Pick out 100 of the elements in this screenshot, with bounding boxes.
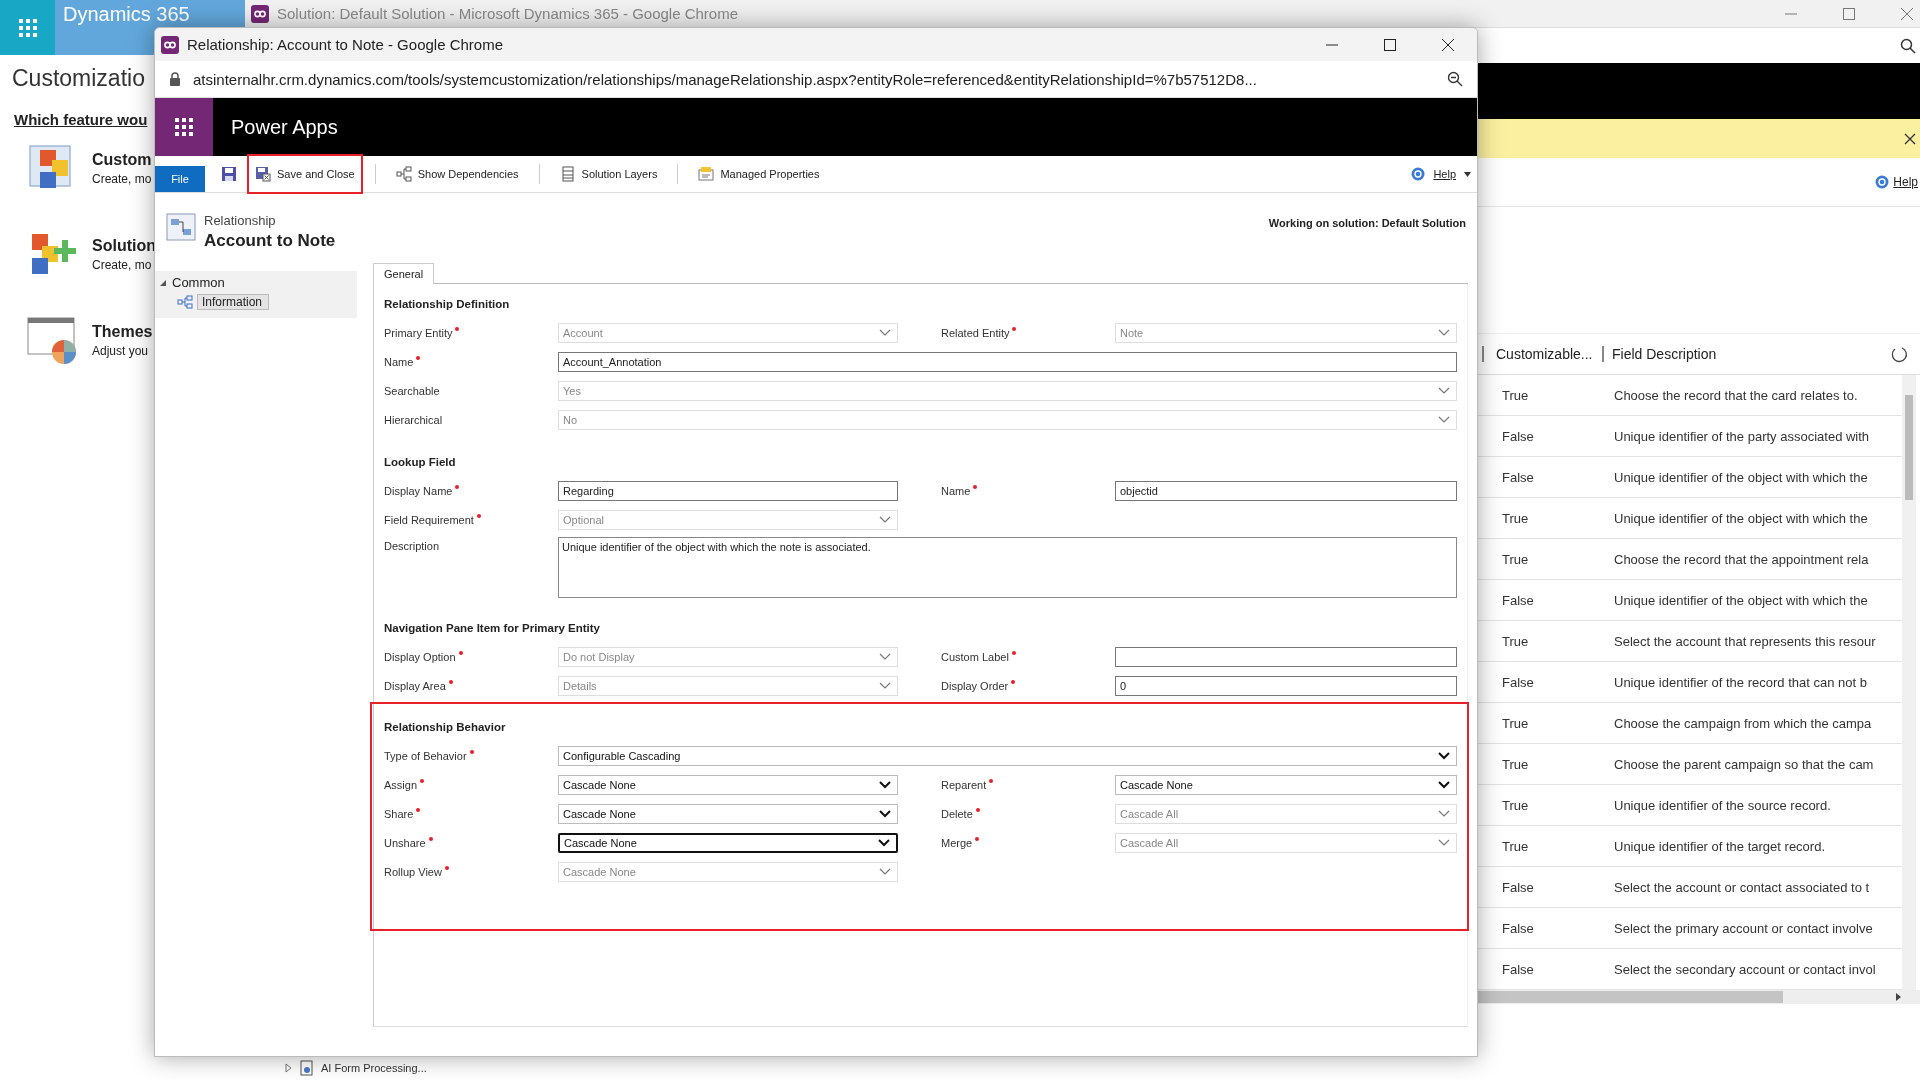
table-cell: Choose the record that the card relates to.: [1614, 387, 1858, 403]
table-cell: Select the primary account or contact involve: [1614, 920, 1873, 936]
table-cell-text: True: [1501, 633, 1530, 649]
table-cell: Unique identifier of the object with which the: [1614, 592, 1868, 608]
dropdown[interactable]: Cascade None: [558, 832, 898, 853]
field-label: Display Order: [941, 679, 1009, 692]
section-title: Lookup Field: [384, 456, 456, 468]
table-cell-text: True: [1501, 510, 1530, 526]
field-label: Primary Entity: [384, 326, 453, 339]
chevron-down-icon: [1438, 751, 1450, 760]
feature-description: Create, mo: [92, 257, 153, 272]
toolbar-button[interactable]: Managed Properties: [690, 156, 828, 192]
chevron-down-icon: [879, 681, 891, 690]
app-launcher-button[interactable]: [155, 98, 213, 156]
text-field[interactable]: objectid: [1115, 480, 1457, 501]
table-cell-text: False: [1501, 469, 1535, 485]
table-cell: Unique identifier of the object with which the: [1614, 469, 1868, 485]
maximize-icon[interactable]: [1383, 37, 1397, 52]
properties-icon: [698, 166, 715, 182]
hierarchy-icon: [395, 166, 412, 182]
dropdown[interactable]: Cascade None: [1115, 774, 1457, 795]
horizontal-scrollbar[interactable]: [1478, 990, 1920, 1004]
refresh-icon[interactable]: [1890, 345, 1908, 363]
text-area[interactable]: Unique identifier of the object with which the note is associated.: [558, 537, 1457, 598]
table-cell-text: False: [1501, 879, 1535, 895]
table-cell-text: True: [1501, 551, 1530, 567]
toolbar-button[interactable]: Show Dependencies: [387, 156, 527, 192]
field-label: Reparent: [941, 778, 987, 791]
field-label: Rollup View: [384, 865, 442, 878]
text-field[interactable]: Account_Annotation: [558, 351, 1457, 372]
table-cell: Choose the record that the appointment rela: [1614, 551, 1869, 567]
chevron-down-icon: [1438, 838, 1450, 847]
chevron-down-icon: [879, 780, 891, 789]
field-label: Display Name: [384, 484, 453, 497]
toolbar-button[interactable]: Solution Layers: [551, 156, 666, 192]
table-cell-text: True: [1501, 797, 1530, 813]
column-header[interactable]: Customizable...: [1482, 346, 1604, 362]
table-cell: Select the account or contact associated to t: [1614, 879, 1870, 895]
table-cell-text: False: [1501, 592, 1535, 608]
chevron-down-icon: [1438, 809, 1450, 818]
table-cell-text: True: [1501, 756, 1530, 772]
help-link[interactable]: Help: [1893, 175, 1918, 189]
window-title: Solution: Default Solution - Microsoft Dynamics 365 - Google Chrome: [277, 5, 739, 22]
chevron-down-icon: [879, 328, 891, 337]
zoom-icon[interactable]: [1447, 71, 1463, 87]
section-title: Relationship Definition: [384, 298, 510, 310]
table-cell: Unique identifier of the source record.: [1614, 797, 1831, 813]
help-menu[interactable]: Help: [1433, 168, 1456, 180]
table-cell-text: False: [1501, 961, 1535, 977]
save-icon[interactable]: [221, 166, 237, 182]
nav-item[interactable]: Information: [197, 294, 270, 310]
field-label: Merge: [941, 836, 973, 849]
section-title: Navigation Pane Item for Primary Entity: [384, 622, 600, 634]
table-cell-text: True: [1501, 715, 1530, 731]
chevron-down-icon: [1438, 386, 1450, 395]
app-name: Power Apps: [231, 115, 338, 139]
app-icon: [161, 35, 179, 54]
feature-title[interactable]: Custom: [92, 150, 152, 169]
text-field[interactable]: 0: [1115, 675, 1457, 696]
text-field[interactable]: [1115, 646, 1457, 667]
close-icon[interactable]: [1441, 37, 1455, 52]
dropdown[interactable]: Cascade None: [558, 774, 898, 795]
scroll-right-icon[interactable]: [1894, 992, 1902, 1002]
table-cell-text: True: [1501, 387, 1530, 403]
nav-group[interactable]: Common: [172, 275, 225, 290]
file-button[interactable]: File: [155, 166, 205, 192]
table-cell-text: False: [1501, 920, 1535, 936]
tab[interactable]: General: [373, 263, 435, 284]
collapse-caret-icon[interactable]: [159, 278, 167, 287]
table-cell-text: False: [1501, 674, 1535, 690]
column-header[interactable]: Field Description: [1604, 346, 1717, 362]
field-label: Delete: [941, 807, 973, 820]
field-label: Name: [384, 355, 414, 368]
search-icon[interactable]: [1900, 37, 1916, 54]
table-cell: Unique identifier of the target record.: [1614, 838, 1825, 854]
text-field[interactable]: Regarding: [558, 480, 898, 501]
address-text[interactable]: atsinternalhr.crm.dynamics.com/tools/systemcustomization/relationships/manageRelationship.aspx?entityRole=referenced&entityRelationshipId=%7b57512D8...: [193, 70, 1435, 88]
feature-title[interactable]: Themes: [92, 322, 153, 341]
vertical-scrollbar[interactable]: [1902, 375, 1916, 990]
feature-title[interactable]: Solution: [92, 236, 156, 255]
record-type: Relationship: [204, 213, 277, 228]
relationship-icon: [166, 213, 196, 241]
app-name: Dynamics 365: [63, 3, 190, 25]
waffle-icon: [18, 18, 37, 37]
dropdown[interactable]: Cascade None: [558, 803, 898, 824]
field-label: Hierarchical: [384, 413, 443, 426]
chevron-down-icon: [879, 652, 891, 661]
field-label: Unshare: [384, 836, 426, 849]
toolbar-button[interactable]: Save and Close: [247, 154, 363, 194]
section-heading: Which feature wou: [14, 111, 148, 128]
tree-item[interactable]: AI Form Processing...: [321, 1062, 427, 1074]
caret-icon[interactable]: [1464, 171, 1471, 177]
close-icon[interactable]: [1904, 132, 1916, 145]
expand-caret-icon[interactable]: [283, 1063, 293, 1073]
field-label: Display Area: [384, 679, 446, 692]
field-label: Display Option: [384, 650, 456, 663]
record-name: Account to Note: [204, 231, 336, 251]
dropdown[interactable]: Configurable Cascading: [558, 745, 1457, 766]
page-title: Customizatio: [12, 64, 145, 93]
chevron-down-icon: [1438, 328, 1450, 337]
